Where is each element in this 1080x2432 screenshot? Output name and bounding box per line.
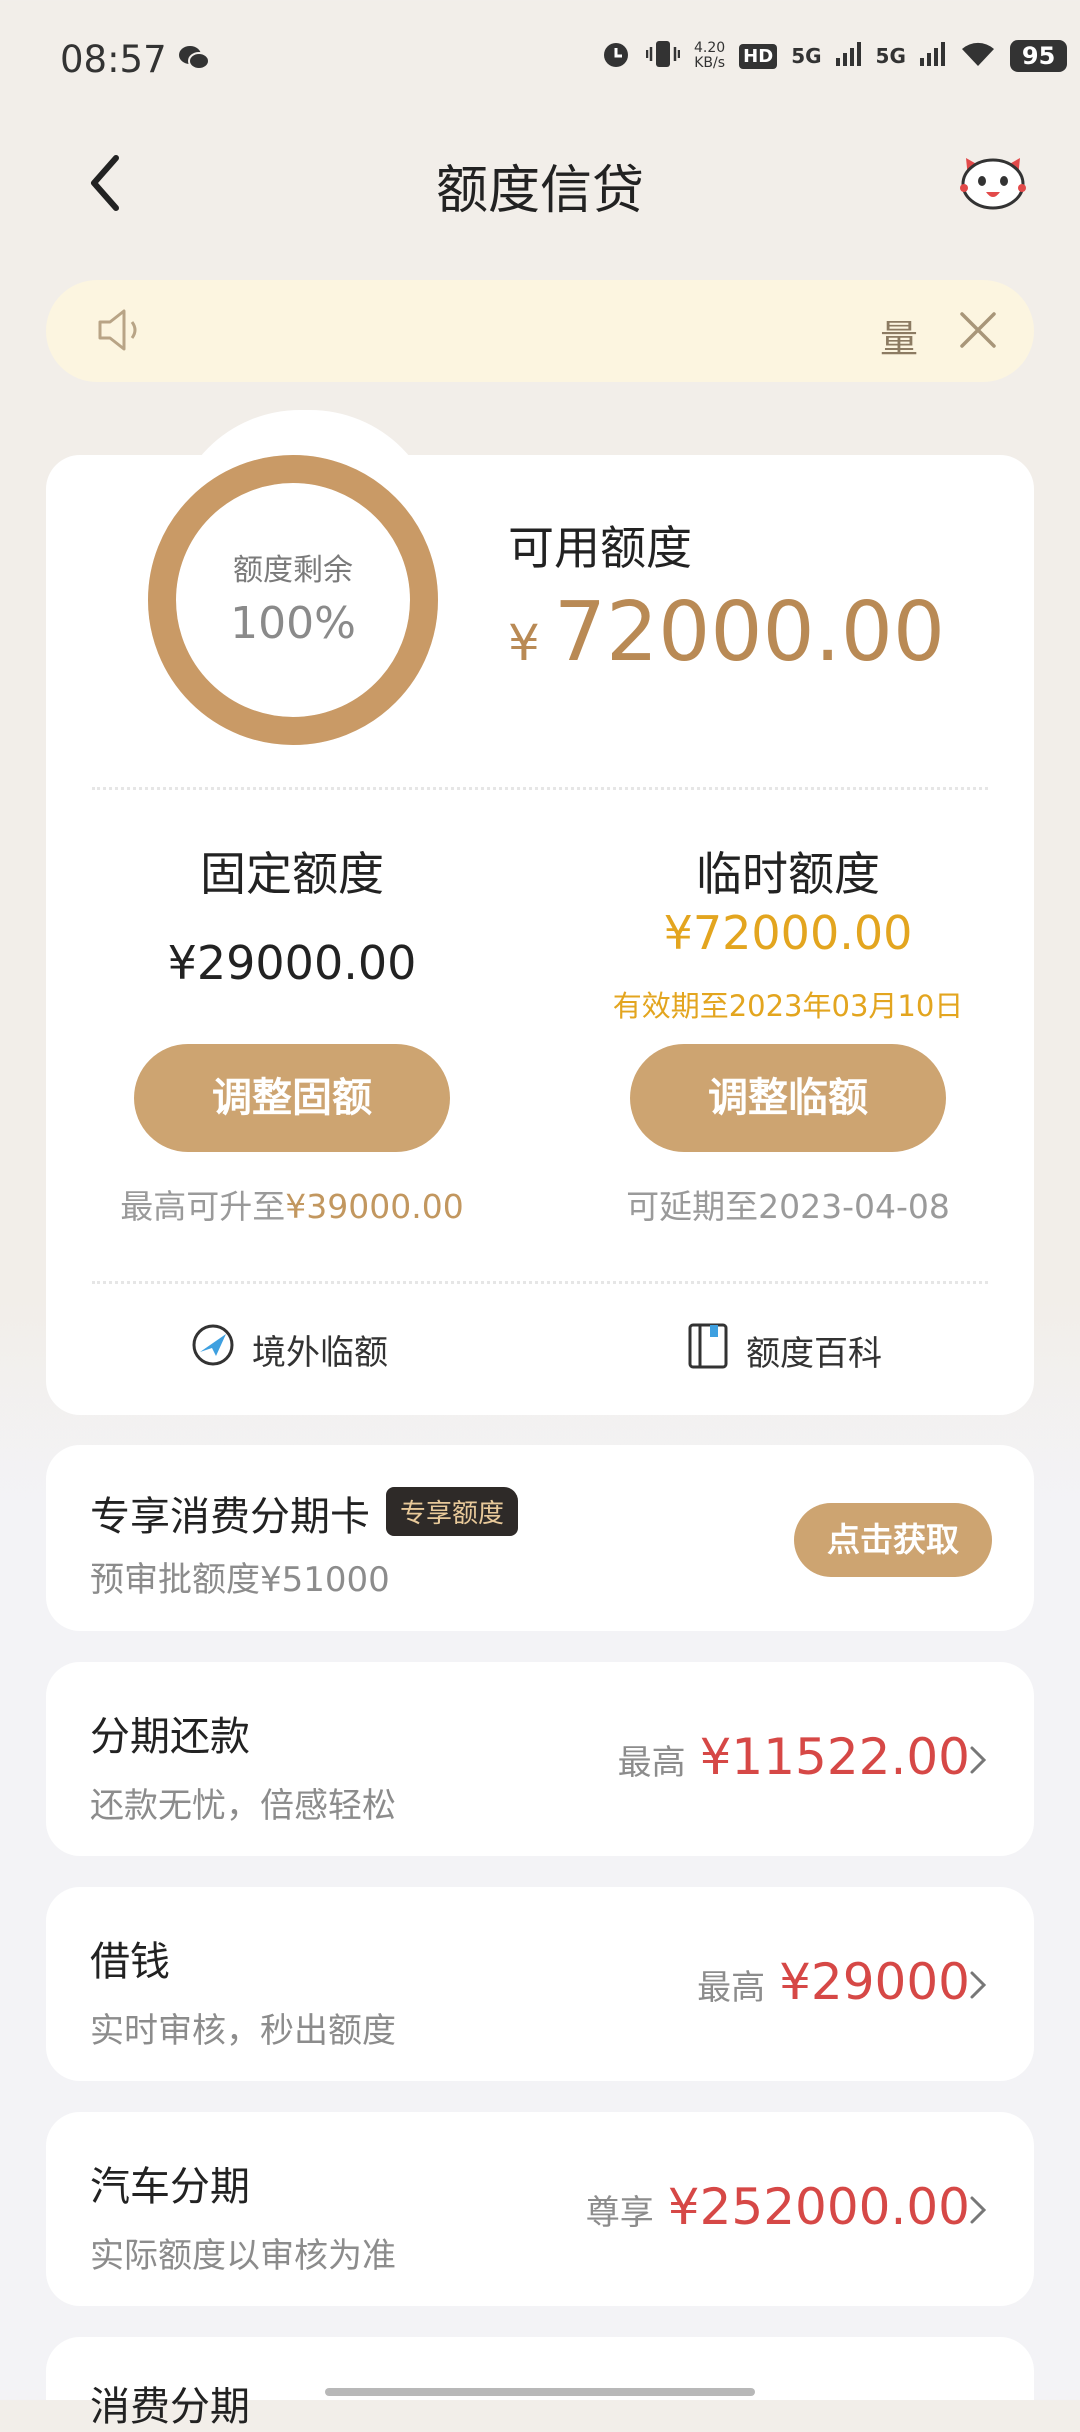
- chevron-right-icon[interactable]: [968, 2194, 988, 2230]
- product-value: 最高 ¥29000: [697, 1953, 970, 2011]
- status-time: 08:57: [60, 38, 167, 81]
- hd-icon: HD: [739, 43, 778, 69]
- available-label: 可用额度: [508, 521, 692, 575]
- book-icon: [686, 1322, 730, 1379]
- available-value: 72000.00: [553, 585, 946, 680]
- fixed-credit-note: 最高可升至¥39000.00: [62, 1180, 522, 1228]
- credit-wiki-label: 额度百科: [746, 1334, 882, 1374]
- signal-bars-icon: [835, 42, 862, 70]
- available-amount: ¥72000.00: [508, 585, 945, 680]
- temp-credit-note: 可延期至2023-04-08: [626, 1187, 950, 1226]
- page-title: 额度信贷: [435, 161, 644, 221]
- overseas-credit-link[interactable]: 境外临额: [190, 1322, 388, 1377]
- net-speed-unit: KB/s: [694, 55, 725, 71]
- mascot-icon[interactable]: [958, 148, 1028, 212]
- net-speed-value: 4.20: [694, 40, 726, 56]
- value-prefix: 尊享: [585, 2193, 654, 2233]
- divider: [92, 1281, 988, 1284]
- adjust-fixed-button[interactable]: 调整固额: [134, 1044, 450, 1152]
- status-icons: 4.20 KB/s HD 5G 5G 95: [600, 38, 1068, 74]
- speaker-icon: [96, 306, 148, 358]
- product-title: 消费分期: [90, 2384, 250, 2430]
- value-amount: ¥29000: [779, 1953, 970, 2011]
- signal-2: 5G: [875, 44, 906, 68]
- chevron-right-icon[interactable]: [968, 1969, 988, 2005]
- product-value: 尊享 ¥252000.00: [586, 2178, 970, 2236]
- notice-text: 量: [880, 317, 919, 361]
- temp-credit-title: 临时额度: [696, 847, 880, 901]
- promo-subtitle: 预审批额度¥51000: [90, 1560, 390, 1600]
- product-subtitle: 还款无忧，倍感轻松: [90, 1786, 396, 1826]
- promo-title: 专享消费分期卡: [90, 1494, 370, 1540]
- product-title: 汽车分期: [90, 2164, 250, 2210]
- product-title: 借钱: [90, 1939, 170, 1985]
- exclusive-tag: 专享额度: [386, 1487, 519, 1536]
- adjust-temp-button[interactable]: 调整临额: [630, 1044, 946, 1152]
- vibrate-icon: [645, 38, 681, 74]
- overseas-credit-label: 境外临额: [252, 1333, 388, 1373]
- product-subtitle: 实时审核，秒出额度: [90, 2011, 396, 2051]
- plane-icon: [190, 1322, 236, 1377]
- home-indicator[interactable]: [325, 2388, 755, 2396]
- value-prefix: 最高: [617, 1743, 686, 1783]
- ring-percent: 100%: [230, 598, 356, 649]
- value-prefix: 最高: [697, 1968, 766, 2008]
- product-title: 分期还款: [90, 1714, 250, 1760]
- divider: [92, 787, 988, 790]
- currency-symbol: ¥: [508, 614, 540, 672]
- net-speed: 4.20 KB/s: [694, 41, 725, 71]
- ring-label: 额度剩余: [233, 553, 353, 588]
- temp-credit-amount: ¥72000.00: [663, 906, 913, 960]
- product-subtitle: 实际额度以审核为准: [90, 2236, 396, 2276]
- alarm-icon: [600, 38, 632, 74]
- temp-credit-validity: 有效期至2023年03月10日: [612, 989, 964, 1023]
- close-icon[interactable]: [958, 310, 998, 354]
- chevron-right-icon[interactable]: [968, 1744, 988, 1780]
- credit-wiki-link[interactable]: 额度百科: [686, 1322, 882, 1379]
- fixed-note-prefix: 最高可升至: [120, 1187, 286, 1226]
- fixed-note-value: ¥39000.00: [285, 1187, 464, 1226]
- get-now-button[interactable]: 点击获取: [794, 1503, 992, 1577]
- fixed-credit-amount: ¥29000.00: [167, 936, 417, 990]
- signal-1: 5G: [791, 44, 822, 68]
- product-value: 最高 ¥11522.00: [618, 1728, 970, 1786]
- value-amount: ¥252000.00: [667, 2178, 970, 2236]
- wechat-icon: [178, 44, 210, 76]
- wifi-icon: [960, 40, 996, 72]
- battery-indicator: 95: [1009, 40, 1068, 72]
- signal-bars-icon: [919, 42, 946, 70]
- value-amount: ¥11522.00: [699, 1728, 970, 1786]
- fixed-credit-title: 固定额度: [200, 847, 384, 901]
